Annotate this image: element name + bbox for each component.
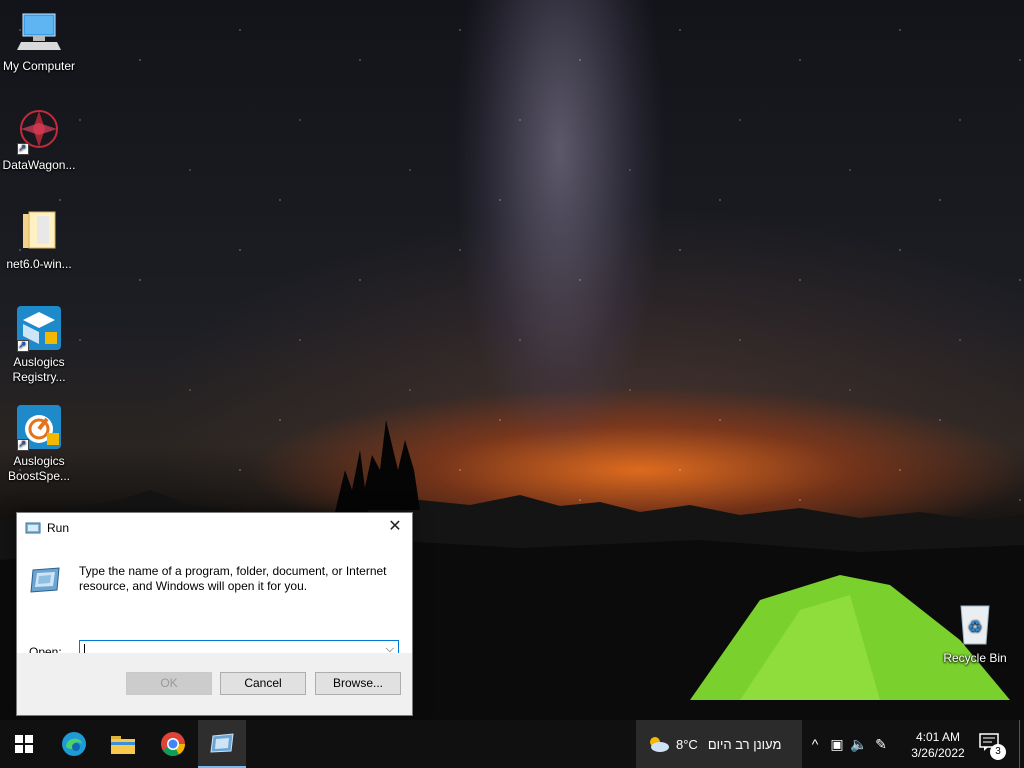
auslogics-registry-icon (15, 304, 63, 353)
run-dialog: Run ✕ Type the name of a program, folder… (16, 512, 413, 716)
chevron-up-icon[interactable]: ^ (804, 736, 826, 752)
shortcut-overlay-icon (17, 338, 29, 353)
file-explorer-icon (111, 736, 135, 754)
folder-icon (15, 206, 63, 254)
desktop-icon-label: DataWagon... (2, 158, 76, 172)
run-program-icon (30, 567, 60, 593)
weather-temperature: 8°C (676, 736, 698, 752)
desktop-icon-recycle-bin[interactable]: ♻ Recycle Bin (936, 600, 1014, 666)
run-title: Run (47, 520, 70, 535)
desktop-icon-label: net6.0-win... (6, 257, 72, 271)
volume-icon[interactable]: 🔈 (848, 736, 870, 753)
desktop-icon-label: My Computer (2, 59, 76, 73)
weather-condition: מעונן רב היום (707, 736, 782, 752)
pen-icon[interactable]: ✎ (870, 736, 892, 753)
shortcut-overlay-icon (17, 141, 29, 156)
start-icon (15, 735, 33, 753)
run-app-icon (25, 522, 41, 533)
cancel-button[interactable]: Cancel (220, 672, 306, 695)
run-title-bar[interactable]: Run (17, 513, 412, 542)
desktop-icon-datawagon[interactable]: DataWagon... (0, 107, 78, 173)
browse-button[interactable]: Browse... (315, 672, 401, 695)
chrome-icon (161, 732, 185, 757)
taskbar-chrome[interactable] (149, 720, 197, 768)
recycle-bin-icon: ♻ (951, 600, 999, 648)
run-description: Type the name of a program, folder, docu… (79, 564, 387, 593)
edge-icon (62, 732, 86, 756)
system-tray: ^ ▣ 🔈 ✎ (804, 720, 892, 768)
desktop-icon-auslogics-boostspeed[interactable]: Auslogics BoostSpe... (0, 403, 78, 484)
clock-date: 3/26/2022 (911, 746, 965, 760)
desktop-icon-label: Auslogics BoostSpe... (7, 454, 71, 483)
run-icon (210, 733, 234, 753)
computer-icon (15, 8, 63, 56)
desktop-icon-auslogics-registry[interactable]: Auslogics Registry... (0, 304, 78, 385)
desktop-icon-net6-folder[interactable]: net6.0-win... (0, 206, 78, 272)
auslogics-boostspeed-icon (15, 403, 63, 452)
shortcut-overlay-icon (17, 437, 29, 452)
taskbar-clock[interactable]: 4:01 AM 3/26/2022 (906, 729, 970, 761)
notification-count-badge: 3 (990, 744, 1006, 760)
run-body: Type the name of a program, folder, docu… (17, 542, 412, 663)
partly-cloudy-icon (650, 737, 669, 752)
network-icon[interactable]: ▣ (826, 736, 848, 753)
desktop-icon-my-computer[interactable]: My Computer (0, 8, 78, 74)
ok-button[interactable]: OK (126, 672, 212, 695)
datawagon-icon (15, 107, 63, 156)
run-button-bar: OK Cancel Browse... (17, 653, 412, 715)
taskbar-file-explorer[interactable] (99, 720, 147, 768)
weather-widget[interactable]: 8°C מעונן רב היום (636, 720, 802, 768)
taskbar-edge[interactable] (50, 720, 98, 768)
desktop-icon-label: Recycle Bin (943, 651, 1007, 665)
clock-time: 4:01 AM (915, 730, 961, 744)
svg-text:♻: ♻ (968, 619, 982, 636)
notification-center-button[interactable]: 3 (978, 732, 1006, 760)
taskbar: 8°C מעונן רב היום ^ ▣ 🔈 ✎ 4:01 AM 3/26/2… (0, 720, 1024, 768)
close-button[interactable]: ✕ (384, 517, 406, 537)
show-desktop-button[interactable] (1019, 720, 1024, 768)
start-button[interactable] (0, 720, 48, 768)
taskbar-run[interactable] (198, 720, 246, 768)
desktop-icon-label: Auslogics Registry... (12, 355, 66, 384)
